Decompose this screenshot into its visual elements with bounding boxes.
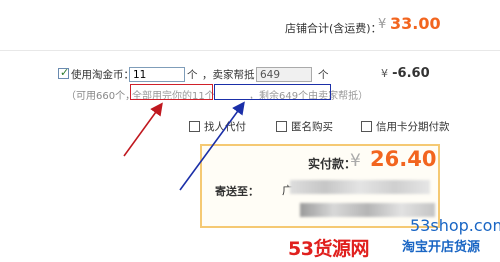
store-total-value: 33.00: [390, 14, 441, 33]
discount-currency: ¥: [381, 67, 388, 80]
store-total-currency: ¥: [378, 17, 387, 32]
hint-available: （可用660个，: [66, 91, 136, 102]
anonymous-purchase-label[interactable]: 匿名购买: [291, 119, 333, 134]
highlight-box-red: [130, 84, 213, 100]
redacted-address-line2: [300, 203, 435, 217]
highlight-box-blue: [214, 84, 331, 100]
seller-offset-input: [256, 67, 312, 82]
use-taojinbi-label: 使用淘金币：: [71, 69, 134, 81]
redacted-address: [290, 180, 430, 194]
actual-payment-label: 实付款：: [308, 157, 357, 171]
actual-payment-value: 26.40: [370, 147, 437, 171]
checkmark-icon: ✓: [60, 66, 70, 79]
use-taojinbi-checkbox[interactable]: ✓: [58, 66, 70, 79]
find-payer-label[interactable]: 找人代付: [204, 119, 246, 134]
discount-amount: ¥ -6.60: [381, 66, 430, 81]
coin-unit-label: 个: [187, 69, 198, 81]
actual-payment-currency: ¥: [350, 151, 361, 171]
discount-value: -6.60: [392, 66, 430, 81]
watermark-url: 53shop.com: [410, 216, 500, 235]
divider: [0, 50, 500, 51]
credit-installment-checkbox[interactable]: [361, 121, 372, 132]
find-payer-checkbox[interactable]: [189, 121, 200, 132]
red-arrow: [123, 102, 163, 157]
watermark-slogan: 淘宝开店货源: [402, 240, 481, 255]
anonymous-purchase-checkbox[interactable]: [276, 121, 287, 132]
credit-installment-label[interactable]: 信用卡分期付款: [376, 119, 450, 134]
store-total-label: 店铺合计(含运费)：: [285, 22, 382, 35]
ship-to-label: 寄送至：: [215, 185, 259, 198]
watermark-logo: 53货源网: [288, 238, 369, 260]
seller-unit-label: 个: [318, 69, 329, 81]
coin-amount-input[interactable]: [129, 67, 185, 82]
